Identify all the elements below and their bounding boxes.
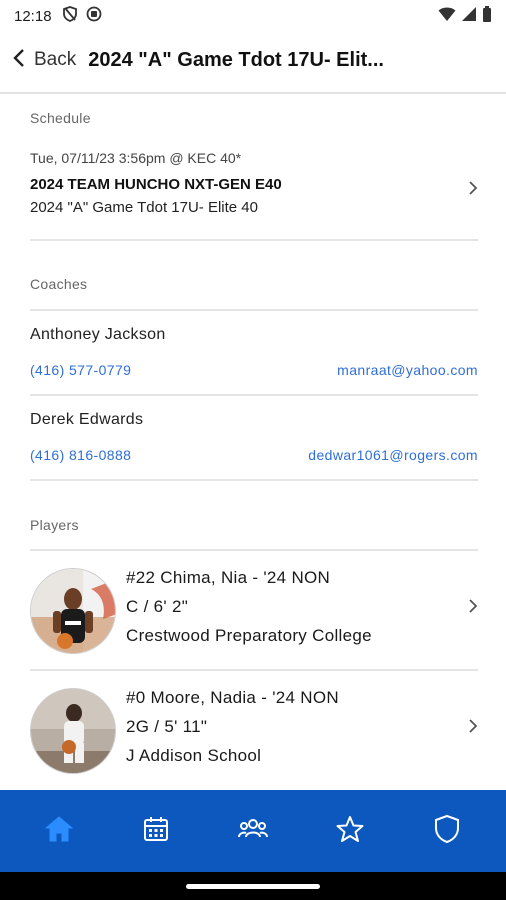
shield-off-icon [62, 5, 78, 27]
coach-email-link[interactable]: manraat@yahoo.com [337, 362, 478, 378]
back-label: Back [34, 49, 77, 70]
back-button[interactable]: Back [12, 48, 76, 73]
chevron-right-icon [468, 598, 478, 619]
schedule-team: 2024 TEAM HUNCHO NXT-GEN E40 [30, 176, 282, 193]
status-bar: 12:18 [0, 0, 506, 32]
player-avatar [30, 688, 116, 774]
header-divider [0, 92, 506, 94]
divider [30, 394, 478, 396]
player-school: Crestwood Preparatory College [126, 626, 372, 645]
divider [30, 669, 478, 671]
calendar-icon [142, 815, 170, 848]
home-icon [44, 815, 74, 848]
status-time: 12:18 [14, 7, 52, 25]
coach-name: Derek Edwards [30, 411, 144, 428]
player-avatar [30, 568, 116, 654]
bottom-tab-bar [0, 790, 506, 872]
coaches-section-label: Coaches [30, 276, 88, 292]
player-row[interactable]: #22 Chima, Nia - '24 NON C / 6' 2" Crest… [30, 568, 478, 660]
team-icon [237, 815, 269, 848]
home-indicator[interactable] [186, 884, 320, 889]
tab-team[interactable] [223, 801, 283, 861]
player-school: J Addison School [126, 746, 262, 765]
coach-phone-link[interactable]: (416) 816-0888 [30, 447, 131, 463]
app-header: Back 2024 "A" Game Tdot 17U- Elit... [0, 38, 506, 82]
tab-home[interactable] [29, 801, 89, 861]
player-name: #22 Chima, Nia - '24 NON [126, 568, 331, 587]
coach-name: Anthoney Jackson [30, 326, 166, 343]
chevron-right-icon [468, 718, 478, 739]
coach-email-link[interactable]: dedwar1061@rogers.com [308, 447, 478, 463]
player-name: #0 Moore, Nadia - '24 NON [126, 688, 339, 707]
schedule-section-label: Schedule [30, 110, 91, 126]
schedule-item[interactable]: Tue, 07/11/23 3:56pm @ KEC 40* 2024 TEAM… [30, 150, 478, 236]
divider [30, 239, 478, 241]
players-section-label: Players [30, 517, 79, 533]
tab-schedule[interactable] [126, 801, 186, 861]
chevron-left-icon [12, 48, 26, 73]
chevron-right-icon [468, 180, 478, 201]
player-position-height: 2G / 5' 11" [126, 717, 208, 736]
wifi-icon [438, 6, 456, 27]
coach-phone-link[interactable]: (416) 577-0779 [30, 362, 131, 378]
schedule-event: 2024 "A" Game Tdot 17U- Elite 40 [30, 199, 258, 216]
player-position-height: C / 6' 2" [126, 597, 189, 616]
schedule-date: Tue, 07/11/23 3:56pm @ KEC 40* [30, 150, 242, 166]
signal-icon [461, 6, 477, 27]
sync-icon [86, 6, 102, 27]
tab-organization[interactable] [417, 801, 477, 861]
battery-icon [482, 5, 492, 27]
divider [30, 309, 478, 311]
tab-favorites[interactable] [320, 801, 380, 861]
coach-item: Derek Edwards (416) 816-0888 dedwar1061@… [30, 411, 478, 471]
player-row[interactable]: #0 Moore, Nadia - '24 NON 2G / 5' 11" J … [30, 688, 478, 780]
divider [30, 549, 478, 551]
page-title: 2024 "A" Game Tdot 17U- Elit... [88, 48, 384, 71]
star-icon [335, 814, 365, 849]
divider [30, 479, 478, 481]
coach-item: Anthoney Jackson (416) 577-0779 manraat@… [30, 326, 478, 386]
shield-icon [434, 814, 460, 849]
